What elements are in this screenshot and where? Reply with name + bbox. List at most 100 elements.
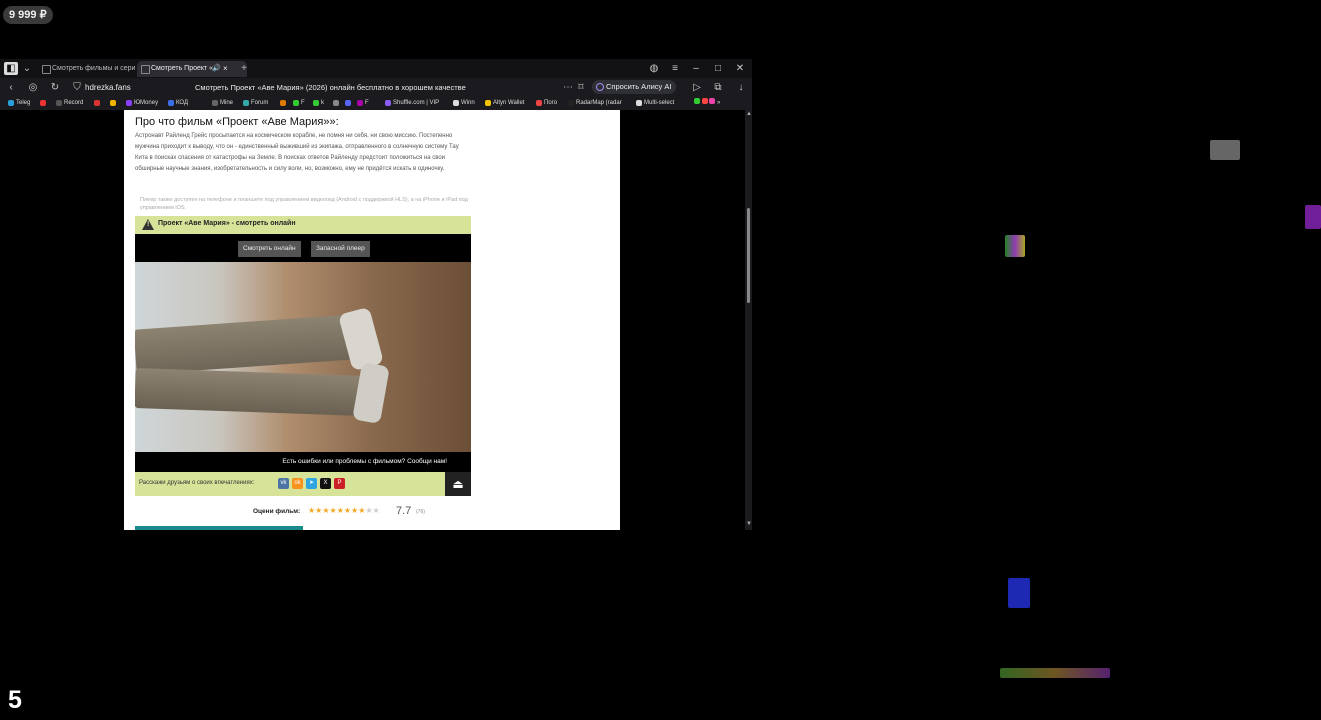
x-share-icon[interactable]: X xyxy=(320,478,331,489)
bookmarks-bar: Teleg Record ЮMoney КОД Mine Forum F k F… xyxy=(0,97,752,110)
ext-icon xyxy=(694,98,700,104)
bookmark-label: Mine xyxy=(220,100,234,106)
lock-icon[interactable]: ⛉ xyxy=(70,81,84,95)
telegram-share-icon[interactable]: ➤ xyxy=(306,478,317,489)
browser-menu-icon[interactable]: ◧ xyxy=(4,62,18,75)
bookmark-label: Winn xyxy=(461,100,475,106)
background-light-1 xyxy=(1005,235,1025,257)
bookmark-item[interactable]: КОД xyxy=(168,98,188,109)
more-icon[interactable]: ⋯ xyxy=(561,81,575,95)
next-section-bar xyxy=(135,526,303,530)
bookmark-label: КОД xyxy=(176,100,189,106)
bookmark-item[interactable]: Winn xyxy=(453,98,475,109)
bookmark-icon[interactable]: ⌑ xyxy=(574,81,588,95)
ok-share-icon[interactable]: ok xyxy=(292,478,303,489)
share-label: Расскажи друзьям о своих впечатлениях: xyxy=(139,480,255,486)
tab-label: Смотреть фильмы и сери xyxy=(52,65,136,72)
bookmark-item[interactable]: Mine xyxy=(212,98,233,109)
profile-icon[interactable]: ◍ xyxy=(645,61,663,77)
background-light-4 xyxy=(1000,668,1110,678)
bookmark-favicon-icon xyxy=(357,100,363,106)
scroll-top-icon[interactable]: ⏏ xyxy=(445,472,471,496)
maximize-icon[interactable]: □ xyxy=(709,61,727,77)
bookmark-item[interactable]: Teleg xyxy=(8,98,30,109)
bookmark-favicon-icon xyxy=(453,100,459,106)
video-scene-leg xyxy=(135,367,366,417)
bookmark-item[interactable]: ЮMoney xyxy=(126,98,158,109)
video-frame[interactable] xyxy=(135,262,471,452)
bookmark-label: Record xyxy=(64,100,84,106)
tab-active-project[interactable]: Смотреть Проект «🔊 × xyxy=(137,61,247,77)
bookmark-item[interactable]: RadarMap (radar xyxy=(568,98,622,109)
bookmark-item[interactable]: Multi-select xyxy=(636,98,696,109)
report-problem-link[interactable]: Есть ошибки или проблемы с фильмом? Сооб… xyxy=(282,458,447,465)
bookmark-favicon-icon xyxy=(280,100,286,106)
bookmark-item[interactable]: Altyn Wallet xyxy=(485,98,524,109)
ext-icon xyxy=(701,98,708,104)
tab-movies[interactable]: Смотреть фильмы и сери xyxy=(38,61,144,77)
bookmark-item[interactable]: k xyxy=(313,98,324,109)
page-viewport: Про что фильм «Проект «Аве Мария»»: Астр… xyxy=(0,110,745,530)
tab-favicon-icon xyxy=(141,65,150,74)
scroll-down-icon[interactable]: ▼ xyxy=(746,521,752,527)
minimize-icon[interactable]: – xyxy=(687,61,705,77)
backup-player-button[interactable]: Запасной плеер xyxy=(311,241,370,257)
vk-share-icon[interactable]: vk xyxy=(278,478,289,489)
pinterest-share-icon[interactable]: P xyxy=(334,478,345,489)
rating-value: 7.7 xyxy=(396,505,412,517)
tab-audio-icon[interactable]: 🔊 xyxy=(212,61,221,77)
extension-icons[interactable]: » xyxy=(694,98,720,109)
bookmark-item[interactable]: Shuffle.com | VIP xyxy=(385,98,439,109)
ask-alice-button[interactable]: Спросить Алису AI xyxy=(592,80,677,94)
close-icon[interactable]: ✕ xyxy=(731,61,749,77)
tab-bar: ◧ ⌄ Смотреть фильмы и сери Смотреть Прое… xyxy=(0,59,752,78)
rating-count: (76) xyxy=(416,509,425,515)
browser-window: ◧ ⌄ Смотреть фильмы и сери Смотреть Прое… xyxy=(0,59,752,530)
bookmark-label: Multi-select xyxy=(644,100,675,106)
page-title: Смотреть Проект «Аве Мария» (2026) онлай… xyxy=(195,83,466,92)
tab-label: Смотреть Проект « xyxy=(151,65,214,72)
bookmark-favicon-icon xyxy=(568,100,574,106)
bookmark-item[interactable]: Forum xyxy=(243,98,268,109)
bookmark-favicon-icon xyxy=(485,100,491,106)
bookmark-label: Пого xyxy=(544,100,558,106)
download-icon[interactable]: ↓ xyxy=(734,81,748,95)
more-bookmarks-icon[interactable]: » xyxy=(717,100,720,106)
media-icon[interactable]: ▷ xyxy=(690,81,704,95)
watch-online-button[interactable]: Смотреть онлайн xyxy=(238,241,301,257)
background-light-3 xyxy=(1008,578,1030,608)
new-tab-icon[interactable]: + xyxy=(237,62,251,75)
bookmark-item[interactable]: Пого xyxy=(536,98,557,109)
background-light-5 xyxy=(1305,205,1321,229)
page-scrollbar[interactable]: ▲ ▼ xyxy=(745,110,752,530)
bookmark-favicon-icon xyxy=(168,100,174,106)
scrollbar-thumb[interactable] xyxy=(747,208,750,303)
bookmark-item[interactable]: F xyxy=(293,98,305,109)
bookmark-favicon-icon xyxy=(126,100,132,106)
extensions-icon[interactable]: ⧉ xyxy=(711,81,725,95)
bookmark-label: Teleg xyxy=(16,100,31,106)
menu-icon[interactable]: ≡ xyxy=(666,61,684,77)
background-light-2 xyxy=(1210,140,1240,160)
bookmark-label: Altyn Wallet xyxy=(493,100,525,106)
mail-icon xyxy=(40,100,46,106)
bookmark-label: RadarMap (radar xyxy=(576,100,622,106)
bookmark-favicon-icon xyxy=(385,100,391,106)
section-heading: Про что фильм «Проект «Аве Мария»»: xyxy=(135,116,339,128)
player-header: Проект «Аве Мария» - смотреть онлайн xyxy=(135,216,471,234)
tab-close-icon[interactable]: × xyxy=(223,61,228,77)
tabs-dropdown-icon[interactable]: ⌄ xyxy=(20,62,34,75)
bookmark-label: Shuffle.com | VIP xyxy=(393,100,440,106)
bookmark-favicon-icon xyxy=(333,100,339,106)
back-icon[interactable]: ‹ xyxy=(4,81,18,95)
address-domain[interactable]: hdrezka.fans xyxy=(85,81,131,95)
rating-stars[interactable]: ★★★★★★★★★★ xyxy=(308,506,380,515)
scroll-up-icon[interactable]: ▲ xyxy=(746,111,752,117)
bookmark-item[interactable]: F xyxy=(357,98,369,109)
shield-icon[interactable]: ◎ xyxy=(26,81,40,95)
reload-icon[interactable]: ↻ xyxy=(48,81,62,95)
bookmark-item[interactable]: Record xyxy=(56,98,83,109)
bookmark-favicon-icon xyxy=(243,100,249,106)
ext-icon xyxy=(709,98,716,104)
movie-description: Астронавт Райленд Грейс просыпается на к… xyxy=(135,133,459,172)
